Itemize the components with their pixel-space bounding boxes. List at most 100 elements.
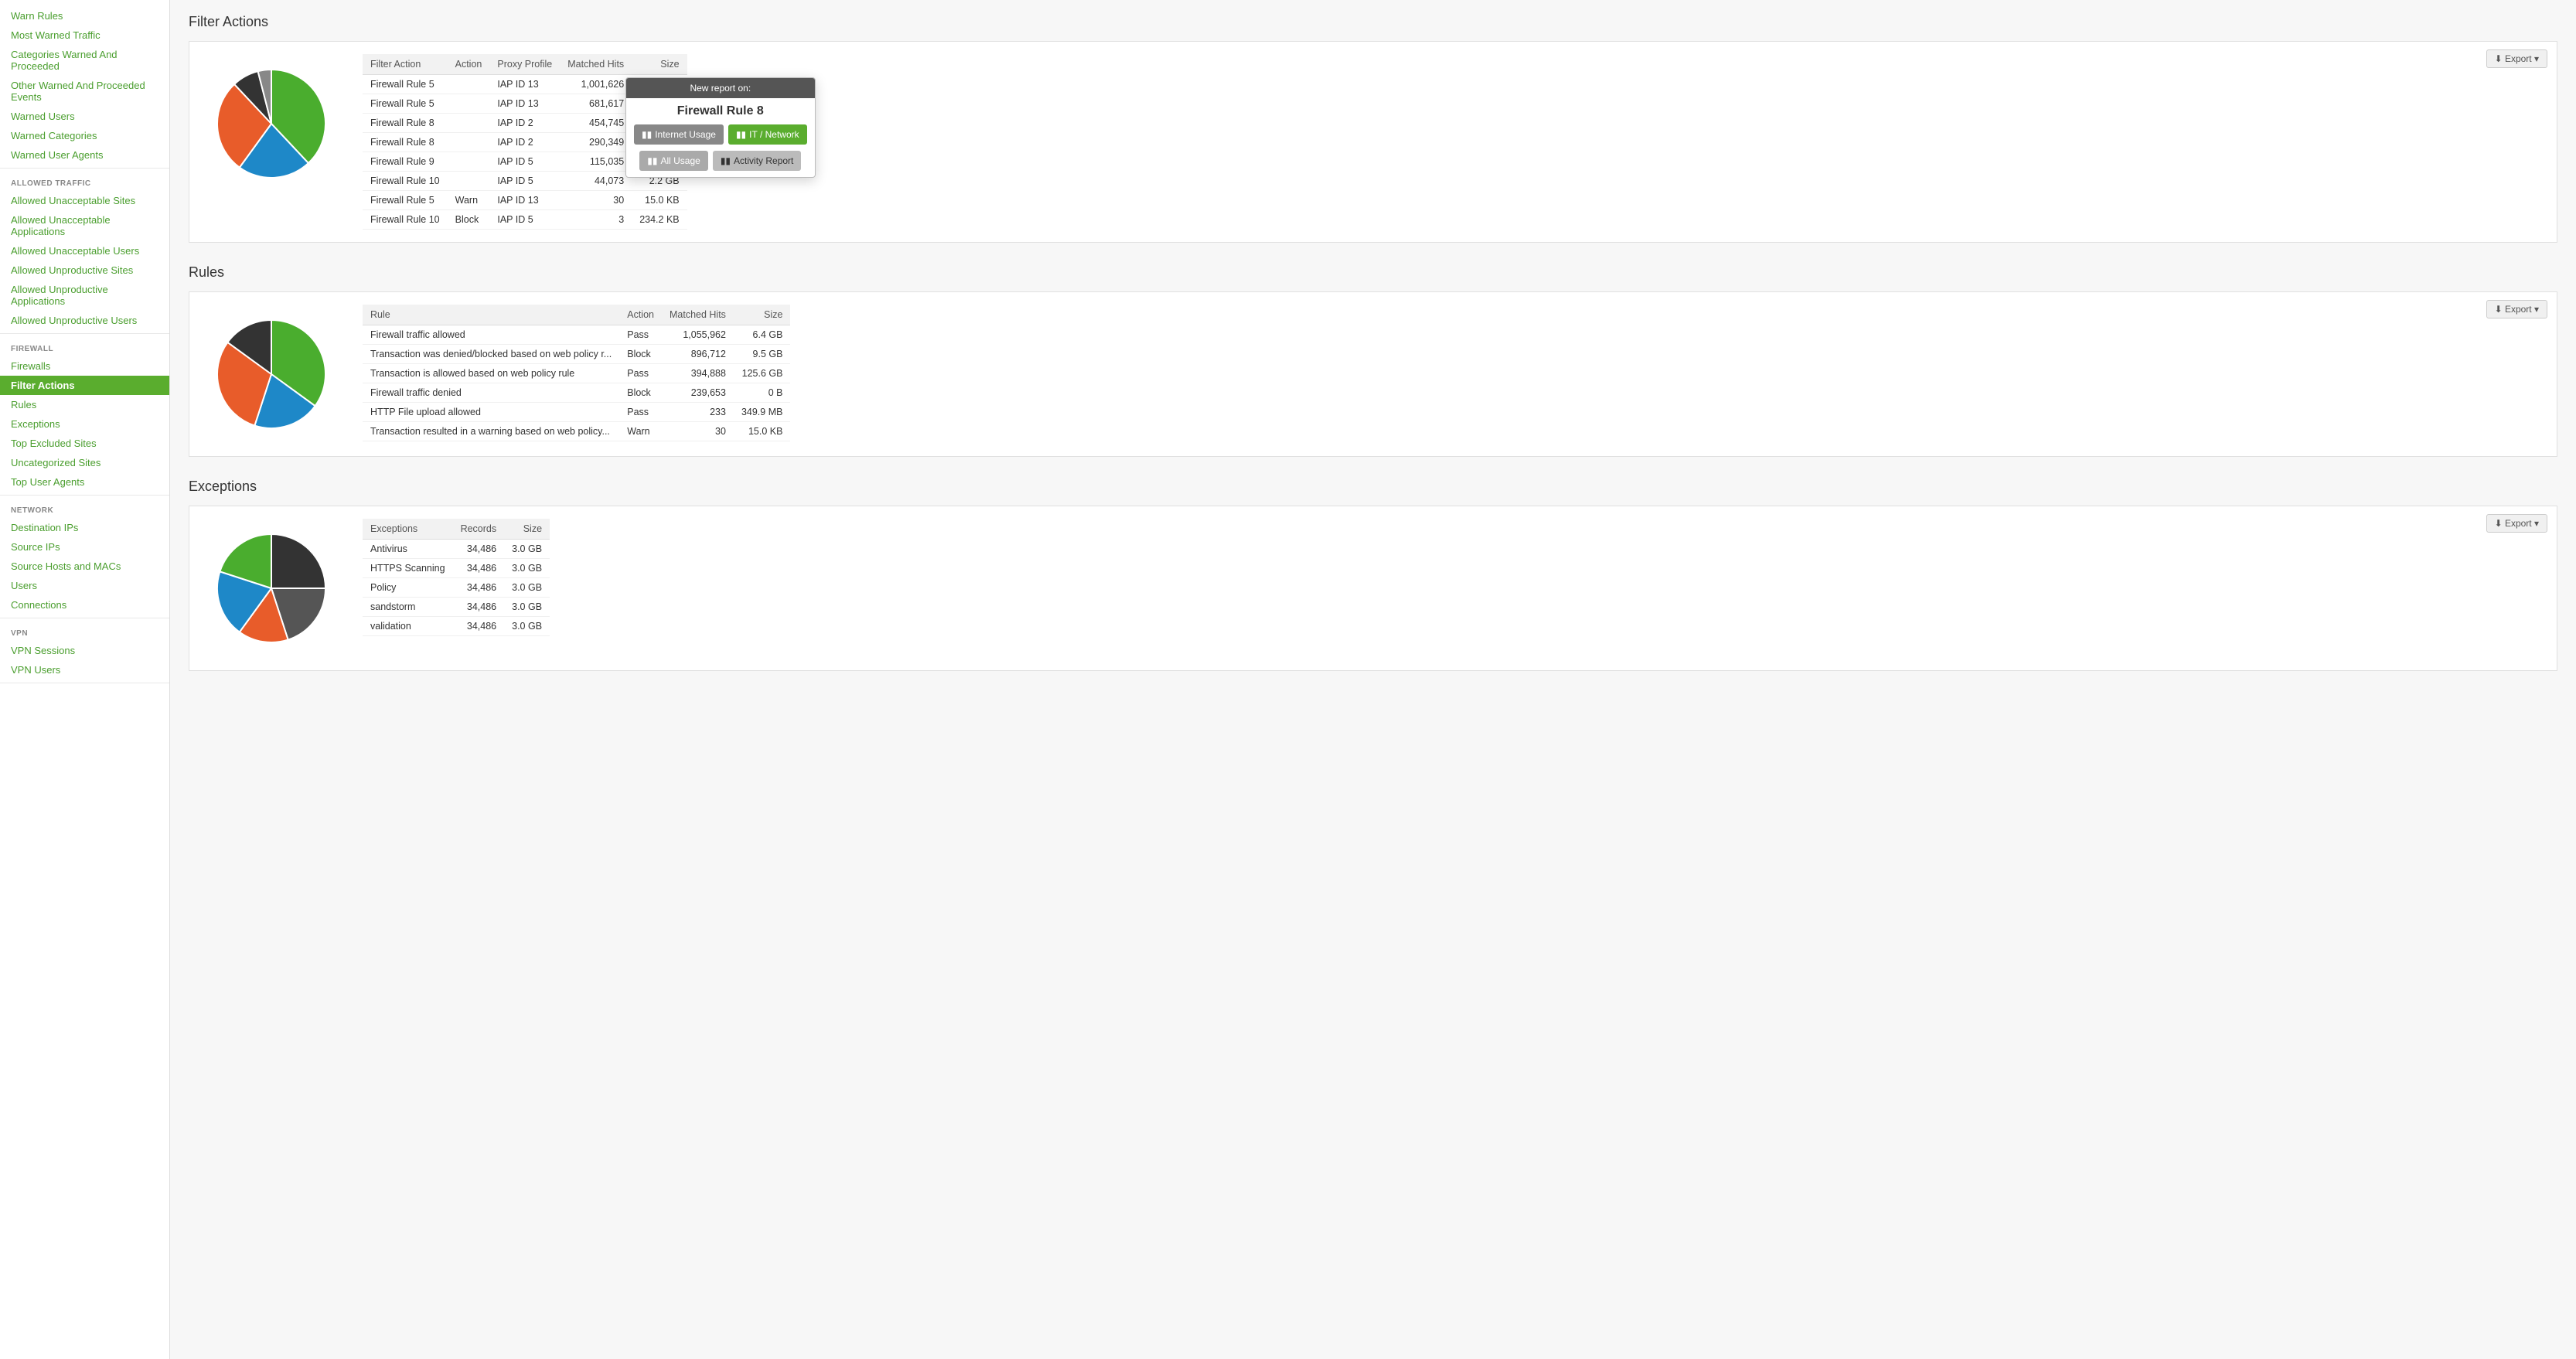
cell-filter-action: Firewall Rule 10 [363,172,448,191]
sidebar-item-source-ips[interactable]: Source IPs [0,537,169,557]
sidebar-item-categories-warned[interactable]: Categories Warned And Proceeded [0,45,169,76]
section-exceptions: Exceptions ⬇ Export ▾ ExceptionsRecordsS… [189,479,2557,671]
sidebar-item-warned-users[interactable]: Warned Users [0,107,169,126]
sidebar-item-filter-actions[interactable]: Filter Actions [0,376,169,395]
cell-filter-action: Firewall Rule 8 [363,114,448,133]
cell-exception: validation [363,617,453,636]
section-title-filter-actions: Filter Actions [189,14,2557,30]
pie-chart [210,526,333,650]
sidebar-item-uncategorized-sites[interactable]: Uncategorized Sites [0,453,169,472]
cell-records: 34,486 [453,559,505,578]
sidebar-section-label: ALLOWED TRAFFIC [0,172,169,191]
sidebar-item-rules[interactable]: Rules [0,395,169,414]
tooltip-btn-all-usage[interactable]: ▮▮ All Usage [639,151,708,171]
sidebar-item-warned-user-agents[interactable]: Warned User Agents [0,145,169,165]
cell-matched-hits: 3 [560,210,632,230]
cell-proxy-profile: IAP ID 13 [489,191,560,210]
sidebar-item-top-user-agents[interactable]: Top User Agents [0,472,169,492]
cell-size: 3.0 GB [504,578,550,598]
cell-action: Pass [619,325,662,345]
export-button-exceptions[interactable]: ⬇ Export ▾ [2486,514,2547,533]
pie-area-exceptions [202,519,341,658]
cell-action: Warn [448,191,490,210]
cell-action: Block [448,210,490,230]
cell-filter-action: Firewall Rule 8 [363,133,448,152]
pie-chart [210,62,333,186]
rules-table: RuleActionMatched HitsSize Firewall traf… [363,305,790,441]
cell-size: 15.0 KB [734,422,791,441]
cell-matched-hits: 44,073 [560,172,632,191]
tooltip-buttons-row2: ▮▮ All Usage ▮▮ Activity Report [626,151,815,177]
sidebar-item-allowed-unproductive-apps[interactable]: Allowed Unproductive Applications [0,280,169,311]
tooltip-btn-internet-usage[interactable]: ▮▮ Internet Usage [634,124,724,145]
sidebar-item-warn-rules[interactable]: Warn Rules [0,6,169,26]
cell-matched-hits: 1,001,626 [560,75,632,94]
sidebar-section-label: FIREWALL [0,337,169,356]
cell-proxy-profile: IAP ID 13 [489,94,560,114]
sidebar-item-allowed-unacceptable-sites[interactable]: Allowed Unacceptable Sites [0,191,169,210]
sidebar-item-firewalls[interactable]: Firewalls [0,356,169,376]
table-area-filter-actions: Filter ActionActionProxy ProfileMatched … [363,54,2544,230]
sidebar-item-users[interactable]: Users [0,576,169,595]
sidebar-item-warned-categories[interactable]: Warned Categories [0,126,169,145]
sidebar-item-destination-ips[interactable]: Destination IPs [0,518,169,537]
table-row: validation 34,486 3.0 GB [363,617,550,636]
table-row: Firewall Rule 5 Warn IAP ID 13 30 15.0 K… [363,191,687,210]
sidebar-item-allowed-unacceptable-users[interactable]: Allowed Unacceptable Users [0,241,169,261]
sidebar-item-vpn-sessions[interactable]: VPN Sessions [0,641,169,660]
tooltip-btn-it-network[interactable]: ▮▮ IT / Network [728,124,807,145]
tooltip-header: New report on: [626,78,815,98]
cell-action [448,172,490,191]
section-content-exceptions: ⬇ Export ▾ ExceptionsRecordsSize Antivir… [189,506,2557,671]
tooltip-title: Firewall Rule 8 [626,98,815,124]
cell-size: 9.5 GB [734,345,791,364]
sidebar-item-most-warned-traffic[interactable]: Most Warned Traffic [0,26,169,45]
cell-matched-hits: 233 [662,403,734,422]
cell-exception: Antivirus [363,540,453,559]
table-row: Transaction resulted in a warning based … [363,422,790,441]
sidebar-item-allowed-unproductive-sites[interactable]: Allowed Unproductive Sites [0,261,169,280]
cell-action [448,94,490,114]
section-content-filter-actions: ⬇ Export ▾ Filter ActionActionProxy Prof… [189,41,2557,243]
col-header: Size [734,305,791,325]
table-row: HTTP File upload allowed Pass 233 349.9 … [363,403,790,422]
cell-size: 15.0 KB [632,191,687,210]
sidebar-item-allowed-unproductive-users[interactable]: Allowed Unproductive Users [0,311,169,330]
cell-action: Pass [619,403,662,422]
cell-action: Block [619,383,662,403]
sidebar-section-label: VPN [0,622,169,641]
main-content: Filter Actions ⬇ Export ▾ Filter ActionA… [170,0,2576,1359]
sidebar-item-exceptions[interactable]: Exceptions [0,414,169,434]
sidebar-item-vpn-users[interactable]: VPN Users [0,660,169,680]
exceptions-table: ExceptionsRecordsSize Antivirus 34,486 3… [363,519,550,636]
sidebar-item-connections[interactable]: Connections [0,595,169,615]
cell-filter-action: Firewall Rule 9 [363,152,448,172]
cell-rule: Firewall traffic denied [363,383,619,403]
cell-filter-action: Firewall Rule 10 [363,210,448,230]
sidebar-item-other-warned[interactable]: Other Warned And Proceeded Events [0,76,169,107]
cell-action: Block [619,345,662,364]
sidebar-divider [0,333,169,334]
cell-action [448,114,490,133]
tooltip-popup: New report on: Firewall Rule 8 ▮▮ Intern… [625,77,816,178]
cell-proxy-profile: IAP ID 13 [489,75,560,94]
table-area-exceptions: ExceptionsRecordsSize Antivirus 34,486 3… [363,519,2544,636]
cell-action [448,75,490,94]
cell-matched-hits: 30 [662,422,734,441]
cell-proxy-profile: IAP ID 5 [489,172,560,191]
cell-matched-hits: 239,653 [662,383,734,403]
table-row: Firewall Rule 10 Block IAP ID 5 3 234.2 … [363,210,687,230]
cell-action: Pass [619,364,662,383]
col-header: Rule [363,305,619,325]
sidebar-item-top-excluded-sites[interactable]: Top Excluded Sites [0,434,169,453]
export-button-rules[interactable]: ⬇ Export ▾ [2486,300,2547,318]
cell-size: 3.0 GB [504,559,550,578]
table-row: HTTPS Scanning 34,486 3.0 GB [363,559,550,578]
tooltip-btn-activity-report[interactable]: ▮▮ Activity Report [713,151,802,171]
col-header: Matched Hits [662,305,734,325]
cell-proxy-profile: IAP ID 2 [489,114,560,133]
sidebar-item-source-hosts-macs[interactable]: Source Hosts and MACs [0,557,169,576]
sidebar-item-allowed-unacceptable-apps[interactable]: Allowed Unacceptable Applications [0,210,169,241]
table-row: Firewall traffic allowed Pass 1,055,962 … [363,325,790,345]
cell-exception: Policy [363,578,453,598]
